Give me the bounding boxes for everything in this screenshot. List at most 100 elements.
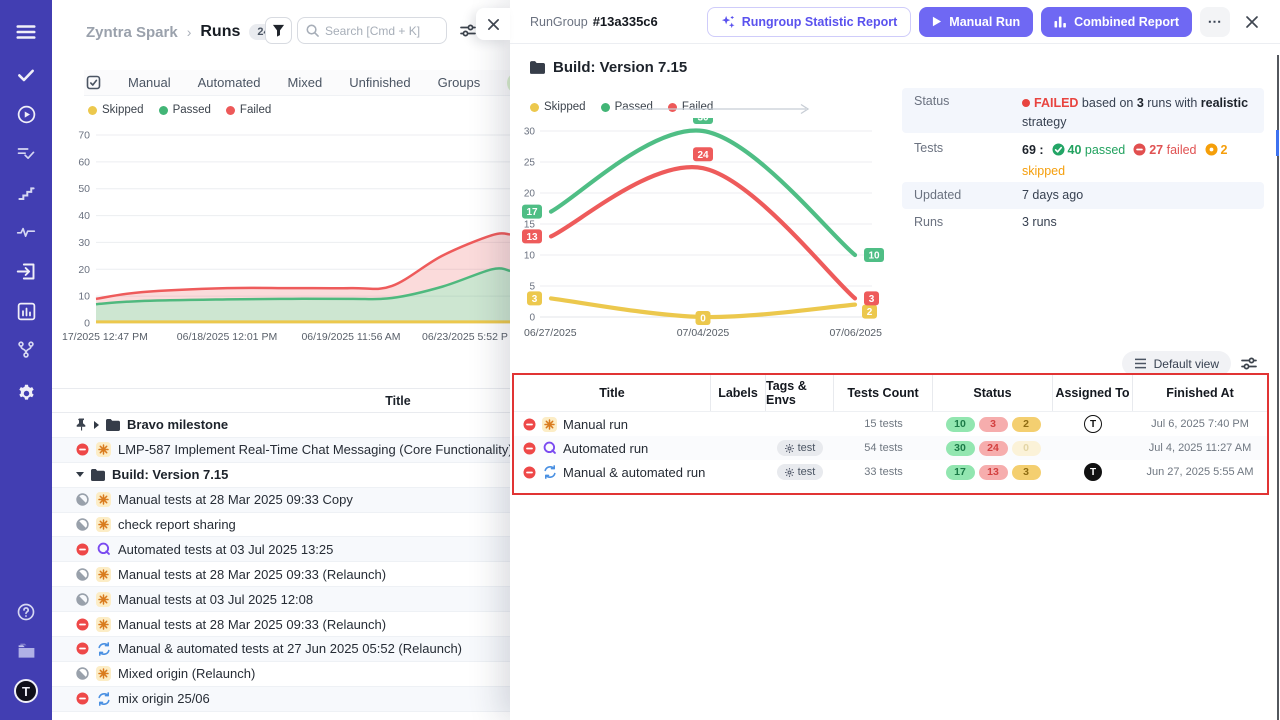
point-label: 30: [693, 118, 713, 124]
svg-text:17: 17: [526, 207, 538, 218]
tab-manual[interactable]: Manual: [128, 75, 171, 90]
rungroup-statistic-report-button[interactable]: Rungroup Statistic Report: [707, 7, 912, 37]
table-row[interactable]: Manual & automated runtest33 tests17133T…: [514, 460, 1267, 484]
table-row[interactable]: Automated runtest54 tests30240Jul 4, 202…: [514, 436, 1267, 460]
more-actions-button[interactable]: ⋯: [1200, 7, 1230, 37]
app-root: T Zyntra Spark › Runs 243 Manual Automate…: [0, 0, 1280, 720]
status-count-pill: 0: [1012, 441, 1041, 456]
settings-gear-icon[interactable]: [0, 380, 52, 406]
assignee-avatar[interactable]: T: [1084, 415, 1102, 433]
finished-at-cell: Jul 6, 2025 7:40 PM: [1133, 412, 1267, 436]
svg-text:30: 30: [697, 118, 709, 124]
list-item[interactable]: Build: Version 7.15: [52, 463, 510, 488]
column-header-tags-envs[interactable]: Tags & Envs: [766, 375, 834, 411]
play-icon: [932, 16, 942, 27]
list-item[interactable]: Manual tests at 28 Mar 2025 09:33 (Relau…: [52, 562, 510, 587]
manual-run-button[interactable]: Manual Run: [919, 7, 1033, 37]
projects-folders-icon[interactable]: [0, 638, 52, 664]
updated-value: 7 days ago: [1022, 189, 1252, 202]
reports-chart-icon[interactable]: [0, 298, 52, 324]
table-row[interactable]: Manual run15 tests1032TJul 6, 2025 7:40 …: [514, 412, 1267, 436]
column-header-finished-at[interactable]: Finished At: [1133, 375, 1267, 411]
status-failed-icon: [76, 642, 89, 655]
run-title: Manual tests at 28 Mar 2025 09:33 Copy: [118, 492, 353, 507]
list-item[interactable]: LMP-587 Implement Real-Time Chat Messagi…: [52, 438, 510, 463]
legend-dot: [601, 103, 610, 112]
tag-pill[interactable]: test: [777, 440, 824, 456]
finished-at-cell: Jun 27, 2025 5:55 AM: [1133, 460, 1267, 484]
chevron-right-icon[interactable]: [94, 421, 99, 429]
manual-run-icon: [96, 567, 111, 582]
column-header-status[interactable]: Status: [933, 375, 1053, 411]
combined-report-button[interactable]: Combined Report: [1041, 7, 1192, 37]
column-header-title[interactable]: Title: [514, 375, 711, 411]
help-icon[interactable]: [0, 599, 52, 625]
chevron-down-icon[interactable]: [76, 472, 84, 477]
legend-dot: [530, 103, 539, 112]
search-box[interactable]: [297, 17, 447, 44]
list-item[interactable]: Manual & automated tests at 27 Jun 2025 …: [52, 637, 510, 662]
legend-item-skipped: Skipped: [88, 104, 144, 116]
analytics-pulse-icon[interactable]: [0, 219, 52, 245]
status-count-pill: 3: [979, 417, 1008, 432]
list-item[interactable]: Manual tests at 03 Jul 2025 12:08: [52, 587, 510, 612]
svg-text:20: 20: [78, 264, 90, 276]
breadcrumb-app-name[interactable]: Zyntra Spark: [86, 24, 178, 41]
list-item[interactable]: mix origin 25/06: [52, 687, 510, 712]
svg-text:30: 30: [524, 127, 536, 138]
tab-unfinished[interactable]: Unfinished: [349, 75, 410, 90]
manual-run-icon: [96, 492, 111, 507]
run-title: Mixed origin (Relaunch): [118, 666, 255, 681]
svg-text:13: 13: [526, 232, 538, 243]
columns-settings-icon[interactable]: [460, 23, 476, 43]
svg-text:10: 10: [868, 251, 880, 262]
milestones-steps-icon[interactable]: [0, 180, 52, 206]
legend-item-failed: Failed: [226, 104, 271, 116]
scrollbar-thumb[interactable]: [1276, 130, 1279, 156]
automated-run-icon: [542, 441, 557, 456]
svg-text:24: 24: [697, 150, 709, 161]
area-chart-x-labels: 17/2025 12:47 PM06/18/2025 12:01 PM06/19…: [52, 331, 510, 345]
column-header-tests-count[interactable]: Tests Count: [834, 375, 933, 411]
table-header-row: TitleLabelsTags & EnvsTests CountStatusA…: [514, 375, 1267, 412]
svg-text:25: 25: [524, 158, 536, 169]
branches-icon[interactable]: [0, 337, 52, 363]
search-input[interactable]: [325, 24, 435, 38]
tab-mixed[interactable]: Mixed: [288, 75, 323, 90]
point-label: 3: [864, 291, 879, 305]
list-item[interactable]: Automated tests at 03 Jul 2025 13:25: [52, 537, 510, 562]
legend-dot: [159, 106, 168, 115]
plans-list-icon[interactable]: [0, 141, 52, 167]
tag-pill[interactable]: test: [777, 464, 824, 480]
list-item[interactable]: Manual tests at 28 Mar 2025 09:33 (Relau…: [52, 612, 510, 637]
user-avatar[interactable]: T: [0, 677, 52, 705]
table-settings-icon[interactable]: [1241, 356, 1257, 371]
tab-groups[interactable]: Groups: [438, 75, 481, 90]
x-tick-label: 06/19/2025 11:56 AM: [296, 331, 406, 343]
tests-check-icon[interactable]: [0, 62, 52, 88]
menu-icon[interactable]: [0, 19, 52, 45]
drawer-actions: Rungroup Statistic Report Manual Run Com…: [707, 7, 1266, 37]
runs-play-icon[interactable]: [0, 101, 52, 127]
list-item[interactable]: Bravo milestone: [52, 413, 510, 438]
tab-automated[interactable]: Automated: [198, 75, 261, 90]
list-item[interactable]: check report sharing: [52, 513, 510, 538]
title-column-header: Title: [358, 389, 438, 413]
list-item[interactable]: Manual tests at 28 Mar 2025 09:33 Copy: [52, 488, 510, 513]
filter-button[interactable]: [265, 17, 292, 44]
mixed-run-icon: [96, 641, 111, 656]
drawer-close-button[interactable]: [1238, 8, 1266, 36]
folder-icon: [106, 419, 120, 431]
status-count-pill: 3: [1012, 465, 1041, 480]
column-header-assigned-to[interactable]: Assigned To: [1053, 375, 1133, 411]
import-icon[interactable]: [0, 258, 52, 284]
run-title: Automated run: [563, 441, 648, 456]
select-runs-icon[interactable]: [86, 75, 101, 90]
legend-item-passed: Passed: [159, 104, 211, 116]
column-header-labels[interactable]: Labels: [711, 375, 766, 411]
assignee-avatar[interactable]: T: [1084, 463, 1102, 481]
list-item[interactable]: Mixed origin (Relaunch): [52, 662, 510, 687]
run-title: Automated tests at 03 Jul 2025 13:25: [118, 542, 333, 557]
breadcrumb: Zyntra Spark › Runs 243: [86, 18, 284, 46]
drawer-edge-close-button[interactable]: [476, 8, 510, 40]
